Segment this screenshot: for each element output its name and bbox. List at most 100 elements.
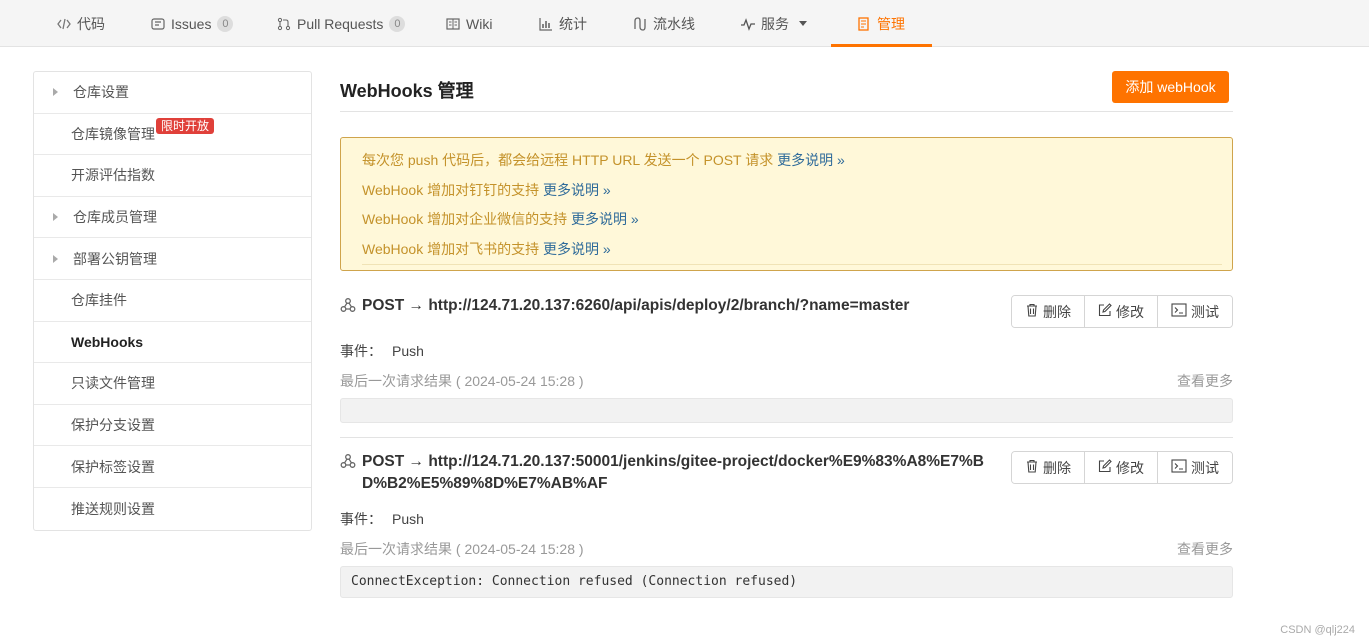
issues-count-badge: 0	[217, 15, 234, 32]
webhook-icon	[340, 453, 356, 495]
sidebar-item-label: 保护分支设置	[71, 417, 155, 434]
event-label: 事件：	[340, 343, 382, 359]
webhook-item: POST → http://124.71.20.137:50001/jenkin…	[340, 451, 1233, 601]
tab-statistics[interactable]: 统计	[539, 0, 587, 47]
edit-button[interactable]: 修改	[1085, 452, 1158, 483]
test-label: 测试	[1191, 303, 1219, 320]
tab-pull-requests-label: Pull Requests	[297, 15, 384, 32]
webhook-icon	[340, 297, 356, 320]
last-request-result: 最后一次请求结果 ( 2024-05-24 15:28 )	[340, 541, 584, 557]
webhook-url-text: POST → http://124.71.20.137:50001/jenkin…	[362, 453, 984, 492]
event-label: 事件：	[340, 511, 382, 527]
edit-icon	[1098, 303, 1112, 320]
sidebar-item-readonly-files[interactable]: 只读文件管理	[34, 363, 311, 405]
webhook-event: 事件： Push	[340, 341, 424, 361]
delete-label: 删除	[1043, 303, 1071, 320]
sidebar-item-members[interactable]: 仓库成员管理	[34, 197, 311, 239]
test-label: 测试	[1191, 459, 1219, 476]
notice-text: WebHook 增加对钉钉的支持	[362, 181, 540, 198]
settings-sidebar: 仓库设置 仓库镜像管理 限时开放 开源评估指数 仓库成员管理 部署公钥管理 仓库…	[33, 71, 312, 531]
webhook-actions: 删除 修改 测试	[1011, 295, 1233, 328]
notice-text: WebHook 增加对飞书的支持	[362, 240, 540, 257]
more-info-link[interactable]: 更多说明 »	[777, 152, 845, 168]
chart-icon	[539, 17, 553, 31]
delete-label: 删除	[1043, 459, 1071, 476]
pipeline-icon	[633, 16, 647, 31]
notice-text: WebHook 增加对企业微信的支持	[362, 211, 568, 227]
edit-button[interactable]: 修改	[1085, 296, 1158, 327]
tab-manage[interactable]: 管理	[831, 0, 932, 47]
sidebar-item-repo-settings[interactable]: 仓库设置	[34, 72, 311, 114]
top-navigation: 代码 Issues 0 Pull Requests 0 Wiki 统计 流水线	[0, 0, 1369, 47]
divider	[340, 111, 1233, 112]
tab-services[interactable]: 服务	[741, 0, 807, 47]
delete-button[interactable]: 删除	[1012, 452, 1085, 483]
tab-pipeline[interactable]: 流水线	[633, 0, 695, 47]
watermark: CSDN @qlj224	[1280, 624, 1355, 636]
test-button[interactable]: 测试	[1158, 452, 1232, 483]
event-value: Push	[392, 343, 424, 359]
view-more-link[interactable]: 查看更多	[1177, 371, 1233, 391]
edit-icon	[1098, 459, 1112, 476]
tab-pipeline-label: 流水线	[653, 15, 695, 32]
trash-icon	[1025, 459, 1039, 476]
tab-pull-requests[interactable]: Pull Requests 0	[277, 0, 406, 47]
tab-manage-label: 管理	[877, 15, 905, 32]
chevron-down-icon	[799, 21, 807, 26]
caret-right-icon	[53, 88, 58, 97]
webhook-event: 事件： Push	[340, 509, 424, 529]
tab-issues[interactable]: Issues 0	[151, 0, 234, 47]
delete-button[interactable]: 删除	[1012, 296, 1085, 327]
add-webhook-button[interactable]: 添加 webHook	[1112, 71, 1229, 103]
terminal-icon	[1171, 459, 1187, 476]
view-more-link[interactable]: 查看更多	[1177, 539, 1233, 559]
sidebar-item-label: 开源评估指数	[71, 167, 155, 184]
tab-wiki[interactable]: Wiki	[446, 0, 492, 47]
sidebar-item-label: 部署公钥管理	[73, 250, 157, 267]
wiki-icon	[446, 17, 460, 31]
tab-issues-label: Issues	[171, 15, 212, 32]
last-request-result: 最后一次请求结果 ( 2024-05-24 15:28 )	[340, 373, 584, 389]
edit-label: 修改	[1116, 303, 1144, 320]
more-info-link[interactable]: 更多说明 »	[571, 211, 639, 227]
pull-requests-count-badge: 0	[389, 15, 406, 32]
webhook-actions: 删除 修改 测试	[1011, 451, 1233, 484]
sidebar-item-label: 推送规则设置	[71, 500, 155, 517]
sidebar-item-push-rules[interactable]: 推送规则设置	[34, 488, 311, 530]
result-box: ConnectException: Connection refused (Co…	[340, 566, 1233, 598]
webhook-item: POST → http://124.71.20.137:6260/api/api…	[340, 295, 1233, 425]
tab-code[interactable]: 代码	[57, 0, 105, 47]
issues-icon	[151, 17, 165, 31]
test-button[interactable]: 测试	[1158, 296, 1232, 327]
trash-icon	[1025, 303, 1039, 320]
sidebar-item-label: 保护标签设置	[71, 458, 155, 475]
more-info-link[interactable]: 更多说明 »	[543, 241, 611, 257]
sidebar-item-widgets[interactable]: 仓库挂件	[34, 280, 311, 322]
sidebar-item-oss-index[interactable]: 开源评估指数	[34, 155, 311, 197]
tab-code-label: 代码	[77, 15, 105, 32]
more-info-link[interactable]: 更多说明 »	[543, 182, 611, 198]
tab-wiki-label: Wiki	[466, 15, 493, 32]
divider	[340, 437, 1233, 438]
sidebar-item-protected-tags[interactable]: 保护标签设置	[34, 446, 311, 488]
sidebar-item-mirror[interactable]: 仓库镜像管理 限时开放	[34, 114, 311, 156]
pull-request-icon	[277, 17, 291, 31]
notice-line: 每次您 push 代码后，都会给远程 HTTP URL 发送一个 POST 请求…	[362, 150, 1211, 180]
code-icon	[57, 17, 71, 31]
info-notice: 每次您 push 代码后，都会给远程 HTTP URL 发送一个 POST 请求…	[340, 137, 1233, 271]
caret-right-icon	[53, 213, 58, 222]
sidebar-item-deploy-keys[interactable]: 部署公钥管理	[34, 238, 311, 280]
sidebar-item-label: WebHooks	[71, 333, 144, 350]
sidebar-item-webhooks[interactable]: WebHooks	[34, 322, 311, 364]
sidebar-item-label: 仓库成员管理	[73, 209, 157, 226]
tab-statistics-label: 统计	[559, 15, 587, 32]
terminal-icon	[1171, 303, 1187, 320]
pulse-icon	[741, 17, 755, 31]
webhook-url: POST → http://124.71.20.137:50001/jenkin…	[340, 451, 1000, 495]
sidebar-item-label: 仓库设置	[73, 84, 129, 101]
sidebar-item-label: 只读文件管理	[71, 375, 155, 392]
webhook-url: POST → http://124.71.20.137:6260/api/api…	[340, 295, 1000, 320]
notice-text: 每次您 push 代码后，都会给远程 HTTP URL 发送一个 POST 请求	[362, 152, 774, 168]
manage-icon	[857, 16, 871, 31]
sidebar-item-protected-branches[interactable]: 保护分支设置	[34, 405, 311, 447]
